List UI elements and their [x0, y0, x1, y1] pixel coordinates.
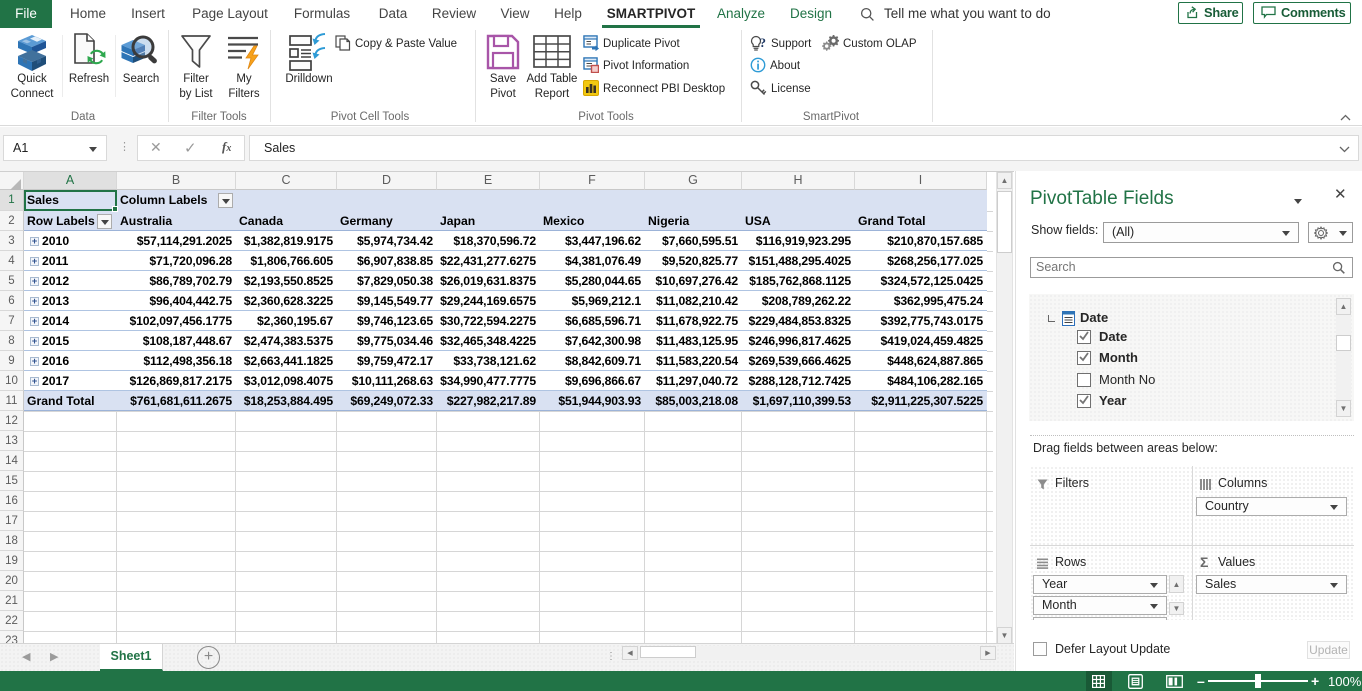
- svg-text:?: ?: [760, 35, 767, 50]
